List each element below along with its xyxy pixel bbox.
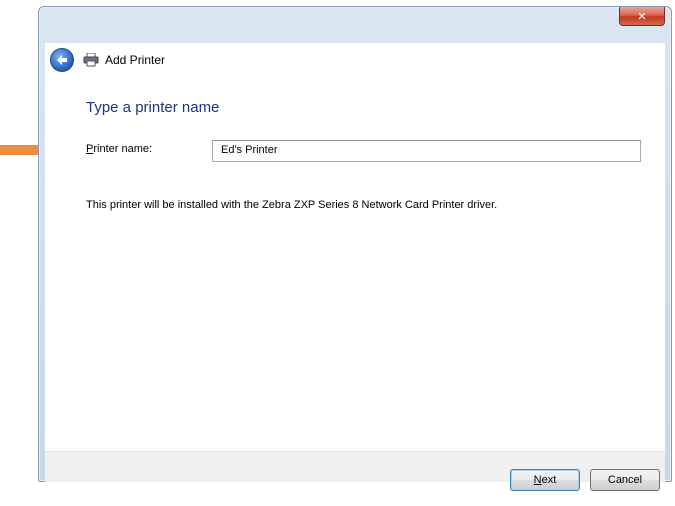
next-button[interactable]: Next	[510, 469, 580, 491]
printer-icon	[83, 53, 99, 67]
close-icon: ✕	[637, 9, 647, 23]
close-button[interactable]: ✕	[619, 7, 665, 26]
window-header: Add Printer	[45, 43, 665, 77]
page-heading: Type a printer name	[86, 99, 220, 116]
window-title: Add Printer	[105, 53, 166, 67]
driver-info-text: This printer will be installed with the …	[86, 199, 498, 211]
cancel-button[interactable]: Cancel	[590, 469, 660, 491]
wizard-content: Type a printer name Printer name: Ed's P…	[45, 77, 665, 461]
back-arrow-icon	[57, 55, 67, 65]
back-button[interactable]	[50, 48, 74, 72]
printer-name-input[interactable]: Ed's Printer	[212, 140, 641, 162]
printer-name-label: Printer name:	[86, 143, 153, 155]
add-printer-window: ✕ Add Printer Type a printer name Printe…	[38, 6, 672, 491]
